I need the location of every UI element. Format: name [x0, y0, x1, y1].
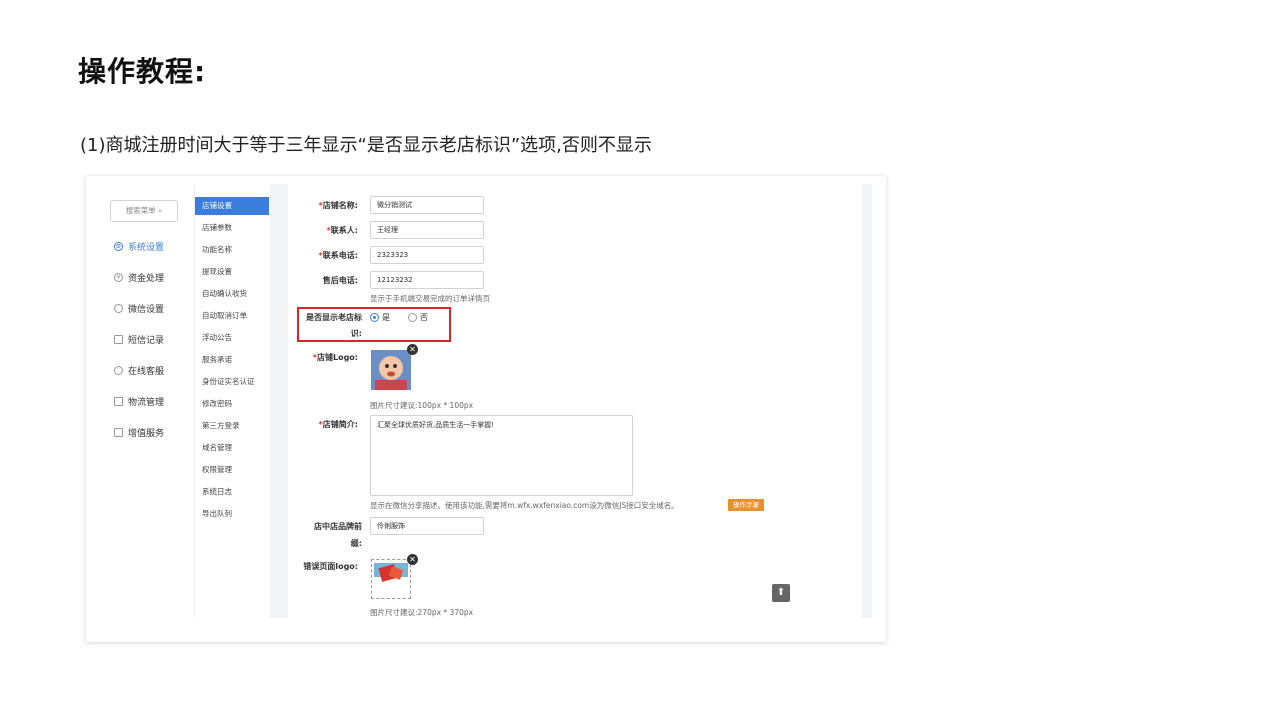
submenu-item[interactable]: 服务承诺: [195, 351, 269, 369]
old-shop-label: 是否显示老店标: [306, 313, 362, 322]
nav-label: 短信记录: [128, 336, 165, 346]
headset-icon: [114, 366, 123, 375]
nav-item-value-added[interactable]: 增值服务: [114, 426, 164, 439]
submenu-item[interactable]: 浮动公告: [195, 329, 269, 347]
after-sale-hint: 显示于手机端交易完成的订单详情页: [370, 294, 490, 303]
submenu-item[interactable]: 修改密码: [195, 395, 269, 413]
intro-hint: 显示在微信分享描述。使用该功能,需要将m.wfx.wxfenxiao.com设为…: [370, 501, 679, 510]
submenu-item[interactable]: 店铺参数: [195, 219, 269, 237]
old-shop-yes-radio[interactable]: 是: [370, 312, 390, 323]
admin-panel: 搜索菜单 ⌕ ⚙ 系统设置 ¥ 资金处理 微信设置 短信记录 在线客服 物流管理…: [96, 184, 872, 618]
contact-label: *联系人:: [326, 226, 358, 235]
content-gutter-right: [862, 184, 872, 618]
nav-item-system-settings[interactable]: ⚙ 系统设置: [114, 240, 164, 253]
submenu-item[interactable]: 自动确认收货: [195, 285, 269, 303]
nav-label: 微信设置: [128, 305, 165, 315]
submenu-item[interactable]: 身份证实名认证: [195, 373, 269, 391]
mail-icon: [114, 335, 123, 344]
nav-item-sms[interactable]: 短信记录: [114, 333, 164, 346]
contact-input[interactable]: 王经理: [370, 221, 484, 239]
shop-settings-form: *店铺名称: 微分销测试 *联系人: 王经理 *联系电话: 2323323 售后…: [288, 184, 862, 618]
brand-prefix-label: 店中店品牌前: [314, 522, 362, 531]
radio-unchecked-icon: [408, 313, 417, 322]
nav-label: 在线客服: [128, 367, 165, 377]
logo-label: *店铺Logo:: [312, 353, 358, 362]
gear-icon: ⚙: [114, 242, 123, 251]
submenu-item[interactable]: 权限管理: [195, 461, 269, 479]
scroll-top-icon[interactable]: ⬆: [772, 584, 790, 602]
remove-logo-icon[interactable]: ✕: [407, 344, 418, 355]
brand-prefix-label-cont: 缀:: [350, 539, 362, 548]
old-shop-no-radio[interactable]: 否: [408, 312, 428, 323]
page-title: 操作教程:: [78, 55, 207, 88]
screenshot-frame: 搜索菜单 ⌕ ⚙ 系统设置 ¥ 资金处理 微信设置 短信记录 在线客服 物流管理…: [86, 176, 886, 642]
submenu-item[interactable]: 自动取消订单: [195, 307, 269, 325]
nav-item-wechat[interactable]: 微信设置: [114, 302, 164, 315]
error-logo-hint: 图片尺寸建议:270px * 370px: [370, 608, 474, 617]
after-sale-label: 售后电话:: [322, 276, 358, 285]
chart-icon: [114, 428, 123, 437]
submenu-item[interactable]: 域名管理: [195, 439, 269, 457]
submenu-item[interactable]: 导出队列: [195, 505, 269, 523]
submenu-item[interactable]: 功能名称: [195, 241, 269, 259]
remove-error-logo-icon[interactable]: ✕: [407, 554, 418, 565]
nav-label: 增值服务: [128, 429, 165, 439]
shop-logo-image[interactable]: [371, 350, 411, 390]
radio-label: 否: [420, 313, 428, 322]
submenu-item[interactable]: 第三方登录: [195, 417, 269, 435]
logo-hint: 图片尺寸建议:100px * 100px: [370, 401, 474, 410]
sub-menu: 店铺设置 店铺参数 功能名称 提现设置 自动确认收货 自动取消订单 浮动公告 服…: [194, 184, 269, 618]
intro-textarea[interactable]: 汇聚全球优质好货,品质生活一手掌握!: [370, 415, 633, 496]
shop-name-label: *店铺名称:: [318, 201, 358, 210]
submenu-item[interactable]: 提现设置: [195, 263, 269, 281]
old-shop-label-cont: 识:: [350, 329, 362, 338]
radio-checked-icon: [370, 313, 379, 322]
nav-label: 资金处理: [128, 274, 165, 284]
intro-text: (1)商城注册时间大于等于三年显示“是否显示老店标识”选项,否则不显示: [80, 135, 652, 156]
nav-item-online-service[interactable]: 在线客服: [114, 364, 164, 377]
after-sale-input[interactable]: 12123232: [370, 271, 484, 289]
phone-label: *联系电话:: [318, 251, 358, 260]
submenu-item[interactable]: 系统日志: [195, 483, 269, 501]
steps-button[interactable]: 操作步骤: [728, 499, 764, 511]
phone-input[interactable]: 2323323: [370, 246, 484, 264]
error-logo-image[interactable]: [371, 559, 411, 599]
truck-icon: [114, 397, 123, 406]
main-sidebar: 搜索菜单 ⌕ ⚙ 系统设置 ¥ 资金处理 微信设置 短信记录 在线客服 物流管理…: [96, 184, 194, 618]
intro-label: *店铺简介:: [318, 420, 358, 429]
wechat-icon: [114, 304, 123, 313]
nav-item-logistics[interactable]: 物流管理: [114, 395, 164, 408]
shop-name-input[interactable]: 微分销测试: [370, 196, 484, 214]
nav-label: 系统设置: [128, 243, 165, 253]
submenu-item-shop-settings[interactable]: 店铺设置: [195, 197, 269, 215]
content-gutter: [270, 184, 288, 618]
menu-search-input[interactable]: 搜索菜单 ⌕: [110, 200, 178, 222]
nav-label: 物流管理: [128, 398, 165, 408]
coin-icon: ¥: [114, 273, 123, 282]
radio-label: 是: [382, 313, 390, 322]
error-logo-label: 错误页面logo:: [303, 562, 358, 571]
nav-item-funds[interactable]: ¥ 资金处理: [114, 271, 164, 284]
brand-prefix-input[interactable]: 伶俐服饰: [370, 517, 484, 535]
